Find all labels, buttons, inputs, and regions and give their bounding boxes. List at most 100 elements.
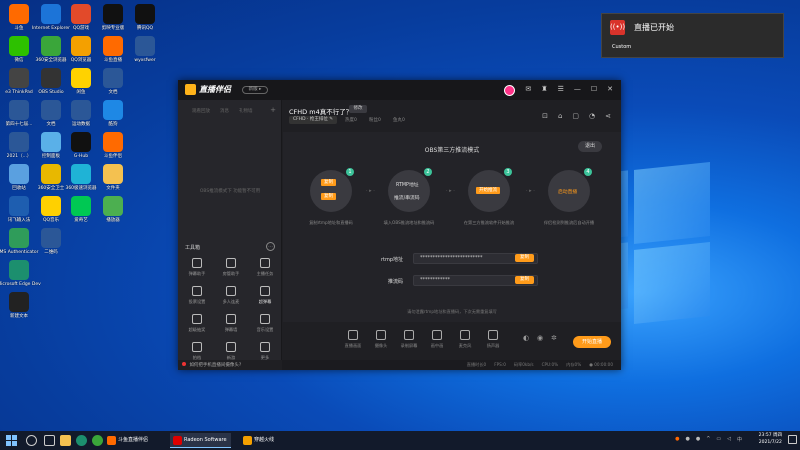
- volume-icon[interactable]: ◁: [727, 436, 731, 443]
- tab-replay[interactable]: 观看回放: [192, 108, 210, 114]
- network-icon[interactable]: ▭: [716, 436, 721, 443]
- tool-item[interactable]: 主播任务: [250, 258, 280, 284]
- taskbar-app[interactable]: 穿越火线: [240, 433, 278, 448]
- desktop-icon[interactable]: 新建文本: [2, 292, 36, 326]
- desktop-icon[interactable]: 第四十七届...: [2, 100, 36, 134]
- tool-item[interactable]: 超级抽奖: [182, 314, 212, 340]
- desktop-icon[interactable]: Internet Explorer: [32, 4, 70, 38]
- desktop-icon[interactable]: 360安全卫士: [34, 164, 68, 198]
- screen-tool[interactable]: 直播画面: [341, 330, 365, 349]
- record-tool[interactable]: 录制屏幕: [397, 330, 421, 349]
- gift-icon[interactable]: ⊡: [542, 112, 548, 120]
- taskbar-app[interactable]: Radeon Software: [170, 433, 231, 448]
- desktop-icon[interactable]: 播放器: [96, 196, 130, 230]
- version-badge[interactable]: 新版 ▸: [242, 86, 268, 94]
- menu-icon[interactable]: ☰: [558, 85, 564, 96]
- clock[interactable]: 23:57 周四 2021/7/22: [759, 433, 782, 446]
- exit-button[interactable]: 退出: [578, 141, 602, 152]
- desktop-icon[interactable]: 斗鱼伴侣: [96, 132, 130, 166]
- tool-item[interactable]: 超弹幕: [250, 286, 280, 312]
- desktop-icon[interactable]: QQ游戏: [64, 4, 98, 38]
- desktop-icon[interactable]: 文档: [96, 68, 130, 102]
- toast-body: Custom: [612, 44, 632, 50]
- desktop-icon[interactable]: 斗鱼: [2, 4, 36, 38]
- desktop-icon[interactable]: e3 ThinkPad: [2, 68, 36, 102]
- desktop-icon[interactable]: 斗鱼直播: [96, 36, 130, 70]
- tool-item[interactable]: 投票设置: [182, 286, 212, 312]
- desktop-icon[interactable]: 文件夹: [96, 164, 130, 198]
- go-live-button[interactable]: 开始直播: [573, 336, 611, 348]
- desktop-icon[interactable]: 讯飞输入法: [2, 196, 36, 230]
- desktop-icon[interactable]: 360安全浏览器: [34, 36, 68, 70]
- edge-icon[interactable]: [76, 435, 87, 446]
- tool-item[interactable]: 弹幕墙: [216, 314, 246, 340]
- desktop-icon[interactable]: 剪映专业版: [96, 4, 130, 38]
- scene-icon[interactable]: ◉: [537, 334, 543, 342]
- footer-tip[interactable]: 如何把手机直播间摄像头?: [178, 360, 282, 370]
- desktop-icon-label: QQ浏览器: [70, 58, 92, 63]
- message-icon[interactable]: ✉: [525, 85, 531, 96]
- copy-step-button[interactable]: 复制: [321, 179, 336, 186]
- pip-tool[interactable]: 画中画: [425, 330, 449, 349]
- desktop-icon[interactable]: 微信: [2, 36, 36, 70]
- desktop-icon[interactable]: QQ浏览器: [64, 36, 98, 70]
- maximize-button[interactable]: ☐: [591, 85, 597, 96]
- desktop-icon[interactable]: 二维码: [34, 228, 68, 262]
- minimize-button[interactable]: —: [574, 85, 581, 96]
- camera-tool[interactable]: 摄像头: [369, 330, 393, 349]
- tool-item[interactable]: 音乐设置: [250, 314, 280, 340]
- settings-icon[interactable]: ✲: [551, 334, 557, 342]
- lock-icon[interactable]: ⌂: [558, 112, 562, 120]
- task-view-icon[interactable]: [44, 435, 55, 446]
- chevron-up-icon[interactable]: ^: [706, 436, 710, 443]
- taskbar-app[interactable]: 斗鱼直播伴侣: [104, 433, 152, 448]
- tab-gifts[interactable]: 礼物墙: [239, 108, 253, 114]
- share-icon[interactable]: ⋖: [605, 112, 611, 120]
- desktop-icon[interactable]: 腾讯QQ: [128, 4, 162, 38]
- notification-toast[interactable]: ((•)) 直播已开始 Custom: [601, 13, 784, 58]
- desktop-icon[interactable]: Microsoft Edge Dev: [0, 260, 41, 294]
- lock-icon[interactable]: ▢: [572, 112, 579, 120]
- tray-app-icon[interactable]: ●: [675, 436, 679, 443]
- add-icon[interactable]: +: [270, 106, 276, 114]
- mic-tool[interactable]: 麦克风: [453, 330, 477, 349]
- desktop-icon[interactable]: 闲鱼: [64, 68, 98, 102]
- desktop-icon[interactable]: 酷狗: [96, 100, 130, 134]
- copy-key-button[interactable]: 复制: [515, 276, 534, 284]
- ime-icon[interactable]: 中: [737, 436, 742, 443]
- desktop-icon[interactable]: QQ音乐: [34, 196, 68, 230]
- browser-icon[interactable]: [92, 435, 103, 446]
- tool-item[interactable]: 弹幕助手: [182, 258, 212, 284]
- folder-icon[interactable]: [60, 435, 71, 446]
- desktop-icon[interactable]: MS Authenticator: [0, 228, 38, 262]
- bell-icon[interactable]: ◔: [589, 112, 595, 120]
- more-icon[interactable]: …: [266, 242, 275, 251]
- copy-step-button[interactable]: 复制: [321, 193, 336, 200]
- desktop-icon[interactable]: 2021（...）: [2, 132, 36, 166]
- notification-center-icon[interactable]: [788, 435, 797, 444]
- shirt-icon[interactable]: ♜: [541, 85, 547, 96]
- desktop-icon[interactable]: 运动数据: [64, 100, 98, 134]
- desktop-icon[interactable]: 控制面板: [34, 132, 68, 166]
- desktop-icon[interactable]: 爱奇艺: [64, 196, 98, 230]
- tray-app-icon[interactable]: ●: [685, 436, 689, 443]
- search-icon[interactable]: [26, 435, 37, 446]
- desktop-icon[interactable]: 文档: [34, 100, 68, 134]
- tray-app-icon[interactable]: ●: [696, 436, 700, 443]
- desktop-icon[interactable]: OBS Studio: [34, 68, 68, 102]
- desktop-icon[interactable]: G-Hub: [64, 132, 98, 166]
- edit-title-button[interactable]: 修改: [349, 105, 367, 113]
- desktop-icon[interactable]: wyxsfwer: [128, 36, 162, 70]
- preview-icon[interactable]: ◐: [523, 334, 529, 342]
- room-category[interactable]: CFHD · 枪王排位 ✎: [289, 116, 338, 124]
- desktop-icon[interactable]: 360极速浏览器: [64, 164, 98, 198]
- tool-item[interactable]: 房管助手: [216, 258, 246, 284]
- close-button[interactable]: ✕: [607, 85, 613, 96]
- desktop-icon[interactable]: 回收站: [2, 164, 36, 198]
- tab-messages[interactable]: 消息: [220, 108, 229, 114]
- tool-item[interactable]: 多人连麦: [216, 286, 246, 312]
- avatar[interactable]: [504, 85, 516, 96]
- copy-rtmp-button[interactable]: 复制: [515, 254, 534, 262]
- speaker-tool[interactable]: 扬声器: [481, 330, 505, 349]
- start-button[interactable]: [6, 435, 17, 446]
